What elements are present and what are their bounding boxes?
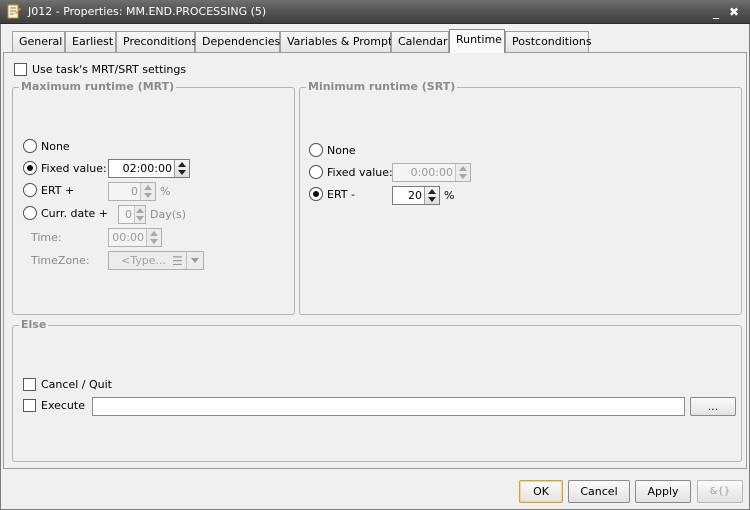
- srt-ert-label: ERT -: [327, 188, 355, 201]
- spinner-arrows[interactable]: [146, 229, 161, 246]
- mrt-ert-label: ERT +: [41, 184, 75, 197]
- spinner-arrows[interactable]: [140, 183, 155, 200]
- mrt-fixed-value-spinner[interactable]: 02:00:00: [108, 159, 190, 178]
- srt-group-title: Minimum runtime (SRT): [306, 80, 458, 93]
- spinner-arrows[interactable]: [174, 160, 189, 177]
- srt-none-label: None: [327, 144, 356, 157]
- srt-ert-radio[interactable]: [309, 187, 323, 201]
- close-button[interactable]: ✖: [726, 4, 742, 20]
- tab-label: Calendar: [398, 35, 448, 48]
- tab-preconditions[interactable]: Preconditions: [116, 31, 198, 52]
- else-group: Else Cancel / Quit Execute ...: [12, 318, 742, 462]
- mrt-none-radio[interactable]: [23, 139, 37, 153]
- spinner-arrows[interactable]: [424, 187, 439, 204]
- mrt-group: Maximum runtime (MRT) None Fixed value: …: [12, 80, 295, 315]
- mrt-group-title: Maximum runtime (MRT): [19, 80, 177, 93]
- tab-variables-prompts[interactable]: Variables & Prompts: [280, 31, 398, 52]
- srt-group: Minimum runtime (SRT) None Fixed value: …: [299, 80, 742, 315]
- variables-icon: &{}: [709, 486, 731, 497]
- spinner-arrows[interactable]: [455, 164, 470, 181]
- mrt-curr-date-radio[interactable]: [23, 206, 37, 220]
- ok-button[interactable]: OK: [519, 480, 563, 503]
- list-icon[interactable]: ☰: [172, 254, 183, 268]
- tab-label: Variables & Prompts: [287, 35, 399, 48]
- tab-postconditions[interactable]: Postconditions: [505, 31, 592, 52]
- mrt-time-label: Time:: [31, 231, 62, 244]
- title-bar: J012 - Properties: MM.END.PROCESSING (5)…: [0, 0, 750, 24]
- execute-input[interactable]: [92, 397, 685, 416]
- srt-fixed-label: Fixed value:: [327, 166, 393, 179]
- window-title: J012 - Properties: MM.END.PROCESSING (5): [28, 5, 267, 18]
- tab-dependencies[interactable]: Dependencies: [195, 31, 280, 52]
- properties-doc-icon: [7, 4, 21, 19]
- cancel-quit-checkbox[interactable]: [23, 378, 36, 391]
- cancel-quit-label: Cancel / Quit: [41, 378, 112, 391]
- tab-calendar[interactable]: Calendar: [391, 31, 449, 52]
- apply-button[interactable]: Apply: [635, 480, 691, 503]
- chevron-down-icon[interactable]: [186, 252, 203, 269]
- srt-ert-spinner[interactable]: 20: [392, 186, 440, 205]
- mrt-timezone-label: TimeZone:: [31, 254, 90, 267]
- execute-label: Execute: [41, 399, 85, 412]
- srt-fixed-value-spinner[interactable]: 0:00:00: [392, 163, 471, 182]
- tab-label: Dependencies: [202, 35, 281, 48]
- tab-label: Runtime: [456, 33, 502, 46]
- tab-runtime[interactable]: Runtime: [449, 29, 505, 53]
- timezone-placeholder: <Type...: [121, 254, 166, 267]
- execute-browse-button[interactable]: ...: [690, 397, 736, 416]
- mrt-curr-date-label: Curr. date +: [41, 207, 109, 220]
- cancel-button[interactable]: Cancel: [568, 480, 630, 503]
- srt-none-radio[interactable]: [309, 143, 323, 157]
- mrt-fixed-label: Fixed value:: [41, 162, 107, 175]
- tab-earliest[interactable]: Earliest: [65, 31, 116, 52]
- variables-icon-button[interactable]: &{}: [697, 480, 743, 503]
- srt-ert-value: 20: [408, 189, 422, 202]
- tab-label: Postconditions: [512, 35, 592, 48]
- mrt-time-value: 00:00: [112, 231, 144, 244]
- mrt-time-spinner[interactable]: 00:00: [108, 228, 162, 247]
- runtime-panel: Use task's MRT/SRT settings Maximum runt…: [3, 52, 747, 469]
- mrt-fixed-radio[interactable]: [23, 161, 37, 175]
- mrt-ert-radio[interactable]: [23, 183, 37, 197]
- mrt-none-label: None: [41, 140, 70, 153]
- srt-ert-unit: %: [444, 189, 455, 202]
- srt-fixed-value: 0:00:00: [410, 166, 453, 179]
- mrt-curr-date-unit: Day(s): [150, 208, 187, 221]
- mrt-ert-value: 0: [131, 185, 138, 198]
- execute-checkbox[interactable]: [23, 399, 36, 412]
- mrt-curr-date-spinner[interactable]: 0: [118, 205, 146, 224]
- mrt-fixed-value: 02:00:00: [122, 162, 172, 175]
- use-task-settings-label: Use task's MRT/SRT settings: [32, 63, 187, 76]
- srt-fixed-radio[interactable]: [309, 165, 323, 179]
- mrt-ert-spinner[interactable]: 0: [108, 182, 156, 201]
- tab-general[interactable]: General: [12, 31, 65, 52]
- minimize-button[interactable]: _: [708, 4, 724, 20]
- else-group-title: Else: [19, 318, 49, 331]
- use-task-settings-checkbox[interactable]: [14, 63, 27, 76]
- tab-label: Earliest: [72, 35, 114, 48]
- spinner-arrows[interactable]: [134, 206, 145, 223]
- tab-label: General: [19, 35, 63, 48]
- mrt-ert-unit: %: [160, 185, 171, 198]
- mrt-curr-date-value: 0: [125, 208, 132, 221]
- mrt-timezone-combo[interactable]: <Type... ☰: [108, 251, 204, 270]
- tab-label: Preconditions: [123, 35, 198, 48]
